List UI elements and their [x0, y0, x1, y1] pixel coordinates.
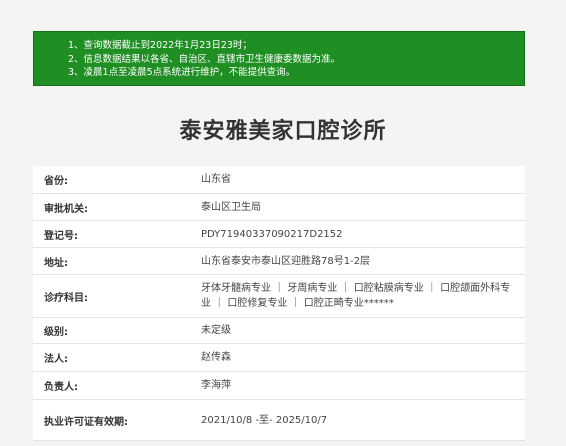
row-value: 李海萍 [201, 380, 231, 391]
table-row-address: 地址: 山东省泰安市泰山区迎胜路78号1-2层 [33, 248, 525, 275]
row-label: 省份: [44, 176, 68, 187]
notice-line: 2、信息数据结果以各省、自治区、直辖市卫生健康委数据为准。 [68, 53, 341, 65]
row-label: 登记号: [44, 230, 78, 242]
row-value: 未定级 [201, 325, 231, 336]
row-value: 牙体牙髓病专业 ｜ 牙周病专业 ｜ 口腔粘膜病专业 ｜ 口腔颌面外科专业 ｜ 口… [201, 283, 511, 309]
table-row-registration-number: 登记号: PDY71940337090217D2152 [33, 221, 525, 248]
row-label: 执业许可证有效期: [44, 416, 128, 428]
row-value: 2021/10/8 -至- 2025/10/7 [201, 414, 328, 426]
table-row-license-validity: 执业许可证有效期: 2021/10/8 -至- 2025/10/7 [33, 400, 525, 441]
page-title: 泰安雅美家口腔诊所 [179, 119, 387, 144]
row-label: 审批机关: [44, 203, 88, 215]
row-value: PDY71940337090217D2152 [201, 228, 343, 240]
row-label: 诊疗科目: [44, 292, 88, 304]
row-value: 山东省 [201, 174, 231, 185]
query-notice-banner: 1、查询数据截止到2022年1月23日23时； 2、信息数据结果以各省、自治区、… [33, 31, 525, 86]
table-row-legal-person: 法人: 赵传森 [33, 344, 525, 372]
clinic-info-table: 省份: 山东省 审批机关: 泰山区卫生局 登记号: PDY71940337090… [33, 166, 525, 441]
notice-line: 1、查询数据截止到2022年1月23日23时； [68, 40, 252, 51]
row-label: 级别: [44, 327, 68, 338]
row-value: 赵传森 [201, 352, 231, 363]
row-value: 泰山区卫生局 [201, 201, 261, 213]
row-label: 地址: [44, 257, 68, 269]
row-label: 负责人: [44, 382, 78, 393]
table-row-treatment-subjects: 诊疗科目: 牙体牙髓病专业 ｜ 牙周病专业 ｜ 口腔粘膜病专业 ｜ 口腔颌面外科… [33, 275, 525, 318]
row-label: 法人: [44, 354, 68, 365]
notice-line: 3、凌晨1点至凌晨5点系统进行维护，不能提供查询。 [68, 67, 296, 78]
table-row-province: 省份: 山东省 [33, 166, 525, 194]
row-value: 山东省泰安市泰山区迎胜路78号1-2层 [201, 255, 371, 267]
table-row-level: 级别: 未定级 [33, 318, 525, 344]
table-row-person-in-charge: 负责人: 李海萍 [33, 372, 525, 400]
table-row-approval-authority: 审批机关: 泰山区卫生局 [33, 194, 525, 221]
